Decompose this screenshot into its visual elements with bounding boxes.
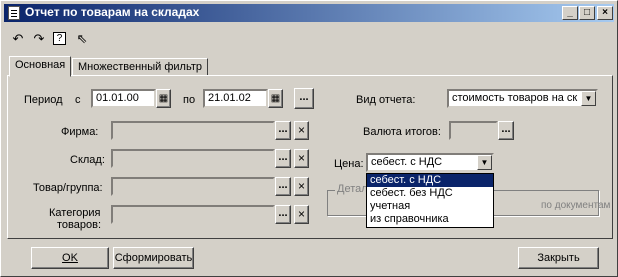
currency-input[interactable] xyxy=(449,121,498,140)
details-group-title: Детал xyxy=(335,183,370,195)
period-label: Период xyxy=(24,94,63,106)
price-value: себест. с НДС xyxy=(371,156,443,168)
report-window: Отчет по товарам на складах _ □ × ↶ ↷ ? … xyxy=(0,0,618,277)
help-icon[interactable]: ? xyxy=(53,32,66,45)
report-type-label: Вид отчета: xyxy=(356,94,416,106)
period-to-input[interactable]: 21.01.02 xyxy=(203,89,268,108)
document-icon xyxy=(8,6,20,20)
chevron-down-icon[interactable]: ▼ xyxy=(581,91,596,106)
clear-icon: × xyxy=(297,123,305,137)
tab-main[interactable]: Основная xyxy=(9,56,72,77)
product-clear-button[interactable]: × xyxy=(294,177,309,196)
report-type-value: стоимость товаров на ск xyxy=(452,92,578,104)
price-option[interactable]: учетная xyxy=(367,200,493,213)
period-select-button[interactable]: ... xyxy=(294,88,314,109)
tab-multi-filter[interactable]: Множественный фильтр xyxy=(72,58,208,76)
close-button[interactable]: × xyxy=(597,6,613,20)
firm-input[interactable] xyxy=(111,121,275,140)
category-input[interactable] xyxy=(111,205,275,224)
price-label: Цена: xyxy=(334,158,364,170)
details-by-documents-text: по документам xyxy=(541,200,611,211)
firm-clear-button[interactable]: × xyxy=(294,121,309,140)
ok-button[interactable]: OK xyxy=(31,247,109,269)
calendar-from-button[interactable]: ▦ xyxy=(156,89,171,108)
warehouse-clear-button[interactable]: × xyxy=(294,149,309,168)
category-clear-button[interactable]: × xyxy=(294,205,309,224)
firm-select-button[interactable]: ... xyxy=(275,121,291,140)
clear-icon: × xyxy=(297,179,305,193)
period-to-label: по xyxy=(183,94,196,106)
price-option[interactable]: себест. с НДС xyxy=(367,174,493,187)
undo-icon[interactable]: ↶ xyxy=(9,30,27,48)
close-dialog-button[interactable]: Закрыть xyxy=(518,247,599,269)
chevron-down-icon[interactable]: ▼ xyxy=(477,155,492,170)
clear-icon: × xyxy=(297,207,305,221)
price-select[interactable]: себест. с НДС ▼ xyxy=(366,153,494,172)
firm-label: Фирма: xyxy=(61,126,99,138)
calendar-to-button[interactable]: ▦ xyxy=(268,89,283,108)
redo-icon[interactable]: ↷ xyxy=(30,30,48,48)
toolbar: ↶ ↷ ? ⇖ xyxy=(9,28,109,52)
category-label-line2: товаров: xyxy=(57,219,102,231)
warehouse-select-button[interactable]: ... xyxy=(275,149,291,168)
currency-select-button[interactable]: ... xyxy=(498,121,514,140)
warehouse-input[interactable] xyxy=(111,149,275,168)
generate-button[interactable]: Сформировать xyxy=(113,247,194,269)
calendar-icon: ▦ xyxy=(158,93,169,104)
clear-icon: × xyxy=(297,151,305,165)
report-type-select[interactable]: стоимость товаров на ск ▼ xyxy=(447,89,598,108)
window-title: Отчет по товарам на складах xyxy=(25,5,200,19)
product-input[interactable] xyxy=(111,177,275,196)
product-label: Товар/группа: xyxy=(33,182,103,194)
price-dropdown-list[interactable]: себест. с НДС себест. без НДС учетная из… xyxy=(366,173,494,228)
price-option[interactable]: себест. без НДС xyxy=(367,187,493,200)
product-select-button[interactable]: ... xyxy=(275,177,291,196)
currency-label: Валюта итогов: xyxy=(363,126,441,138)
price-option[interactable]: из справочника xyxy=(367,213,493,226)
period-from-label: с xyxy=(75,94,81,106)
period-from-input[interactable]: 01.01.00 xyxy=(91,89,156,108)
calendar-icon: ▦ xyxy=(270,93,281,104)
category-label-line1: Категория xyxy=(49,207,101,219)
maximize-button[interactable]: □ xyxy=(579,6,595,20)
whats-this-icon[interactable]: ⇖ xyxy=(73,30,91,48)
title-bar[interactable]: Отчет по товарам на складах _ □ × xyxy=(4,4,614,22)
warehouse-label: Склад: xyxy=(70,154,105,166)
minimize-button[interactable]: _ xyxy=(562,6,578,20)
category-select-button[interactable]: ... xyxy=(275,205,291,224)
